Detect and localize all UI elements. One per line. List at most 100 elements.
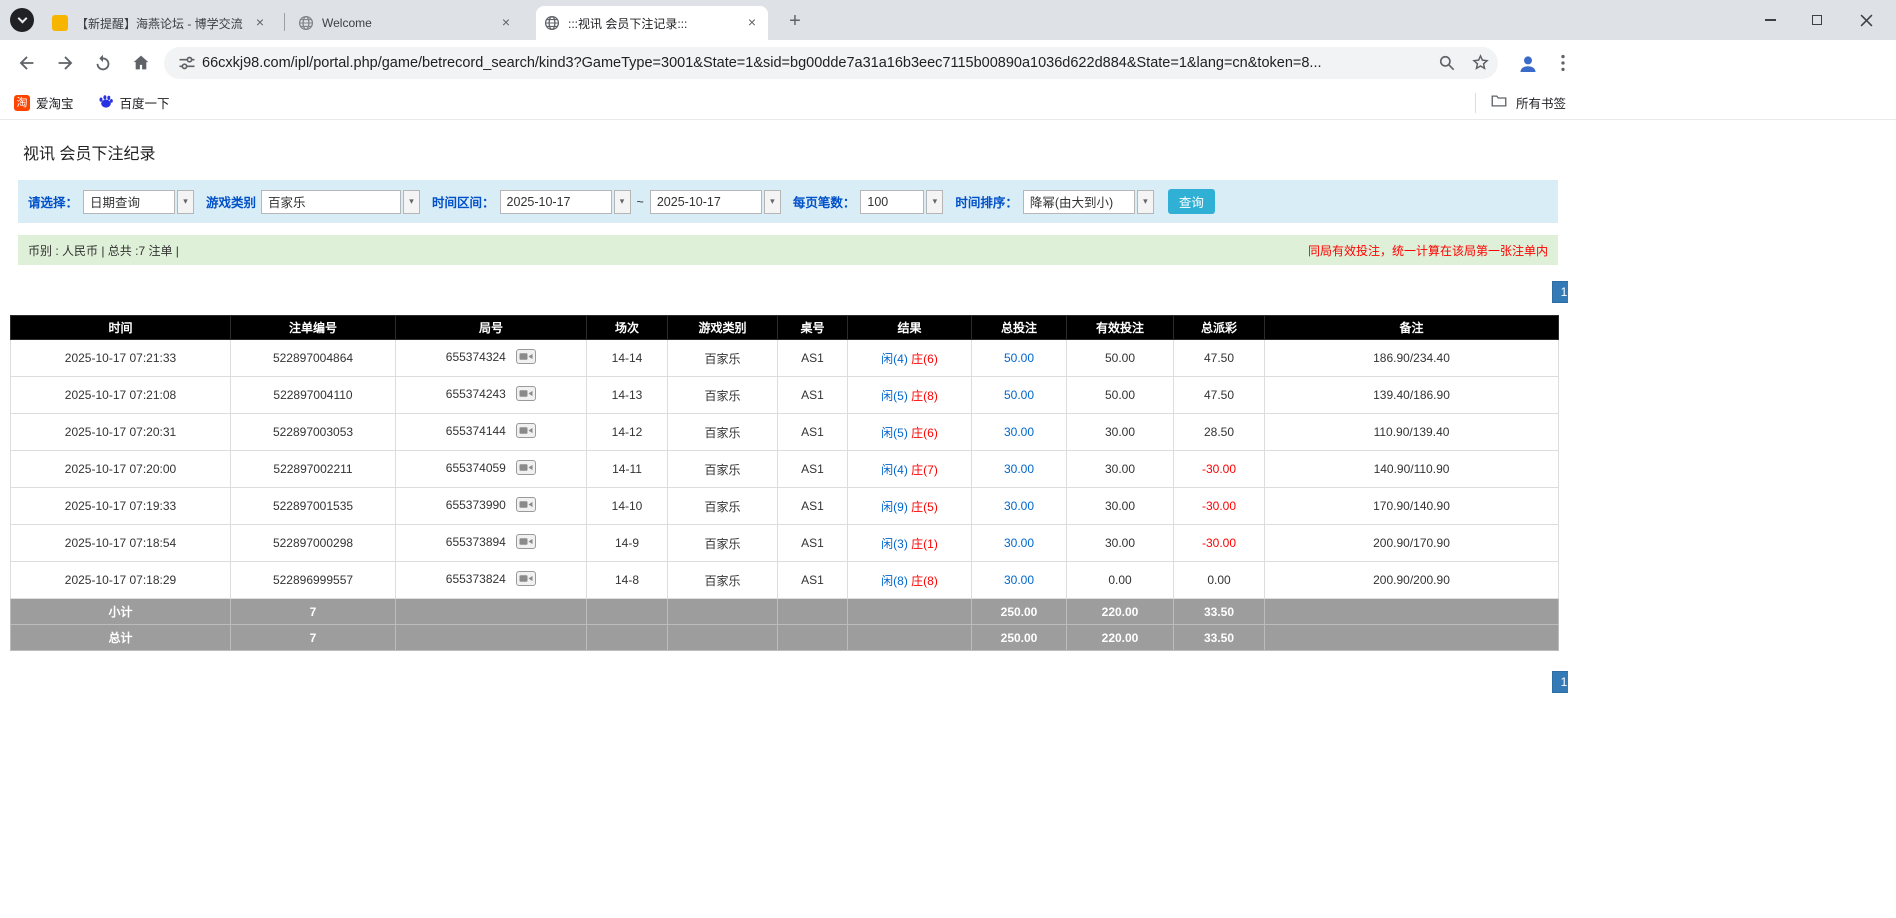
date-from-combo: ▾ [500, 190, 631, 214]
tab-divider [284, 13, 285, 31]
cell-table-no: AS1 [778, 488, 848, 525]
total-bet-link[interactable]: 50.00 [972, 377, 1067, 414]
result-banker: 庄(6) [911, 352, 938, 366]
browser-menu-icon[interactable] [1552, 52, 1574, 74]
bookmark-label: 爱淘宝 [36, 93, 74, 112]
reload-button[interactable] [92, 52, 114, 74]
result-player: 闲(8) [881, 574, 908, 588]
chevron-down-icon[interactable]: ▾ [177, 190, 194, 214]
address-bar[interactable]: 66cxkj98.com/ipl/portal.php/game/betreco… [164, 47, 1498, 79]
date-from-input[interactable] [500, 190, 612, 214]
zoom-icon[interactable] [1437, 53, 1457, 78]
cell-payout: 0.00 [1174, 562, 1265, 599]
cell-table-no: AS1 [778, 377, 848, 414]
game-type-combo: ▾ [261, 190, 420, 214]
video-replay-icon[interactable] [516, 571, 536, 589]
cell-note: 110.90/139.40 [1265, 414, 1559, 451]
game-type-input[interactable] [261, 190, 401, 214]
cell-note: 140.90/110.90 [1265, 451, 1559, 488]
video-replay-icon[interactable] [516, 534, 536, 552]
col-table-no: 桌号 [778, 316, 848, 340]
filter-bar: 请选择： ▾ 游戏类别 ▾ 时间区间： ▾ ~ ▾ 每页笔数： ▾ 时间排序： … [18, 180, 1558, 223]
total-bet-link[interactable]: 50.00 [972, 340, 1067, 377]
tab-search-button[interactable] [10, 8, 34, 32]
page-content: 视讯 会员下注纪录 请选择： ▾ 游戏类别 ▾ 时间区间： ▾ ~ ▾ 每页笔数… [0, 120, 1568, 695]
search-button[interactable]: 查询 [1168, 189, 1215, 214]
cell-valid-bet: 30.00 [1067, 488, 1174, 525]
chevron-down-icon[interactable]: ▾ [764, 190, 781, 214]
profile-avatar-icon[interactable] [1516, 52, 1538, 74]
subtotal-valid-bet: 220.00 [1067, 599, 1174, 625]
video-replay-icon[interactable] [516, 497, 536, 515]
tab-forum[interactable]: 【新提醒】海燕论坛 - 博学交流 × [44, 6, 276, 40]
tab-close-icon[interactable]: × [744, 15, 760, 31]
total-bet-link[interactable]: 30.00 [972, 414, 1067, 451]
tab-close-icon[interactable]: × [252, 15, 268, 31]
tab-title: :::视讯 会员下注记录::: [568, 15, 738, 32]
tab-bet-records[interactable]: :::视讯 会员下注记录::: × [536, 6, 768, 40]
col-valid-bet: 有效投注 [1067, 316, 1174, 340]
bookmark-baidu[interactable]: 百度一下 [98, 93, 170, 112]
total-bet-link[interactable]: 30.00 [972, 451, 1067, 488]
sort-order-label: 时间排序： [955, 192, 1018, 211]
maximize-button[interactable] [1794, 0, 1840, 40]
cell-bet-id: 522896999557 [231, 562, 396, 599]
bookmark-taobao[interactable]: 淘 爱淘宝 [14, 93, 74, 112]
site-settings-icon[interactable] [177, 53, 197, 78]
cell-note: 139.40/186.90 [1265, 377, 1559, 414]
table-row: 2025-10-17 07:18:54 522897000298 6553738… [11, 525, 1559, 562]
home-button[interactable] [130, 52, 152, 74]
all-bookmarks-button[interactable]: 所有书签 [1475, 92, 1566, 113]
new-tab-button[interactable]: + [782, 9, 808, 35]
result-banker: 庄(7) [911, 463, 938, 477]
cell-note: 186.90/234.40 [1265, 340, 1559, 377]
col-time: 时间 [11, 316, 231, 340]
subtotal-total-bet: 250.00 [972, 599, 1067, 625]
total-bet-link[interactable]: 30.00 [972, 525, 1067, 562]
cell-round-id: 655373990 [396, 488, 587, 525]
query-type-input[interactable] [83, 190, 175, 214]
tab-welcome[interactable]: Welcome × [290, 6, 522, 40]
page-1-button[interactable]: 1 [1552, 281, 1568, 303]
total-bet-link[interactable]: 30.00 [972, 488, 1067, 525]
sort-order-combo: ▾ [1023, 190, 1154, 214]
cell-bet-id: 522897000298 [231, 525, 396, 562]
page-1-button[interactable]: 1 [1552, 671, 1568, 693]
video-replay-icon[interactable] [516, 349, 536, 367]
minimize-icon [1765, 19, 1776, 21]
close-window-button[interactable] [1843, 0, 1889, 40]
chevron-down-icon[interactable]: ▾ [926, 190, 943, 214]
cell-payout: 47.50 [1174, 340, 1265, 377]
forward-button[interactable] [54, 52, 76, 74]
total-bet-link[interactable]: 30.00 [972, 562, 1067, 599]
cell-bet-id: 522897004864 [231, 340, 396, 377]
tab-close-icon[interactable]: × [498, 15, 514, 31]
date-to-input[interactable] [650, 190, 762, 214]
table-row: 2025-10-17 07:19:33 522897001535 6553739… [11, 488, 1559, 525]
cell-time: 2025-10-17 07:20:31 [11, 414, 231, 451]
chevron-down-icon[interactable]: ▾ [1137, 190, 1154, 214]
col-game-type: 游戏类别 [668, 316, 778, 340]
chevron-down-icon[interactable]: ▾ [403, 190, 420, 214]
cell-payout: -30.00 [1174, 451, 1265, 488]
bookmarks-bar: 淘 爱淘宝 百度一下 所有书签 [0, 86, 1896, 120]
sort-order-input[interactable] [1023, 190, 1135, 214]
back-button[interactable] [16, 52, 38, 74]
chevron-down-icon[interactable]: ▾ [614, 190, 631, 214]
cell-valid-bet: 30.00 [1067, 414, 1174, 451]
bookmark-star-icon[interactable] [1470, 52, 1491, 78]
page-size-input[interactable] [860, 190, 924, 214]
col-bet-id: 注单编号 [231, 316, 396, 340]
minimize-button[interactable] [1747, 0, 1793, 40]
pagination-bottom: 1 [0, 671, 1568, 695]
url-text[interactable]: 66cxkj98.com/ipl/portal.php/game/betreco… [202, 47, 1434, 79]
video-replay-icon[interactable] [516, 460, 536, 478]
round-id-text: 655373824 [446, 572, 506, 586]
cell-time: 2025-10-17 07:19:33 [11, 488, 231, 525]
video-replay-icon[interactable] [516, 386, 536, 404]
video-replay-icon[interactable] [516, 423, 536, 441]
subtotal-payout: 33.50 [1174, 599, 1265, 625]
cell-result: 闲(5) 庄(8) [848, 377, 972, 414]
round-id-text: 655373894 [446, 535, 506, 549]
cell-payout: -30.00 [1174, 525, 1265, 562]
